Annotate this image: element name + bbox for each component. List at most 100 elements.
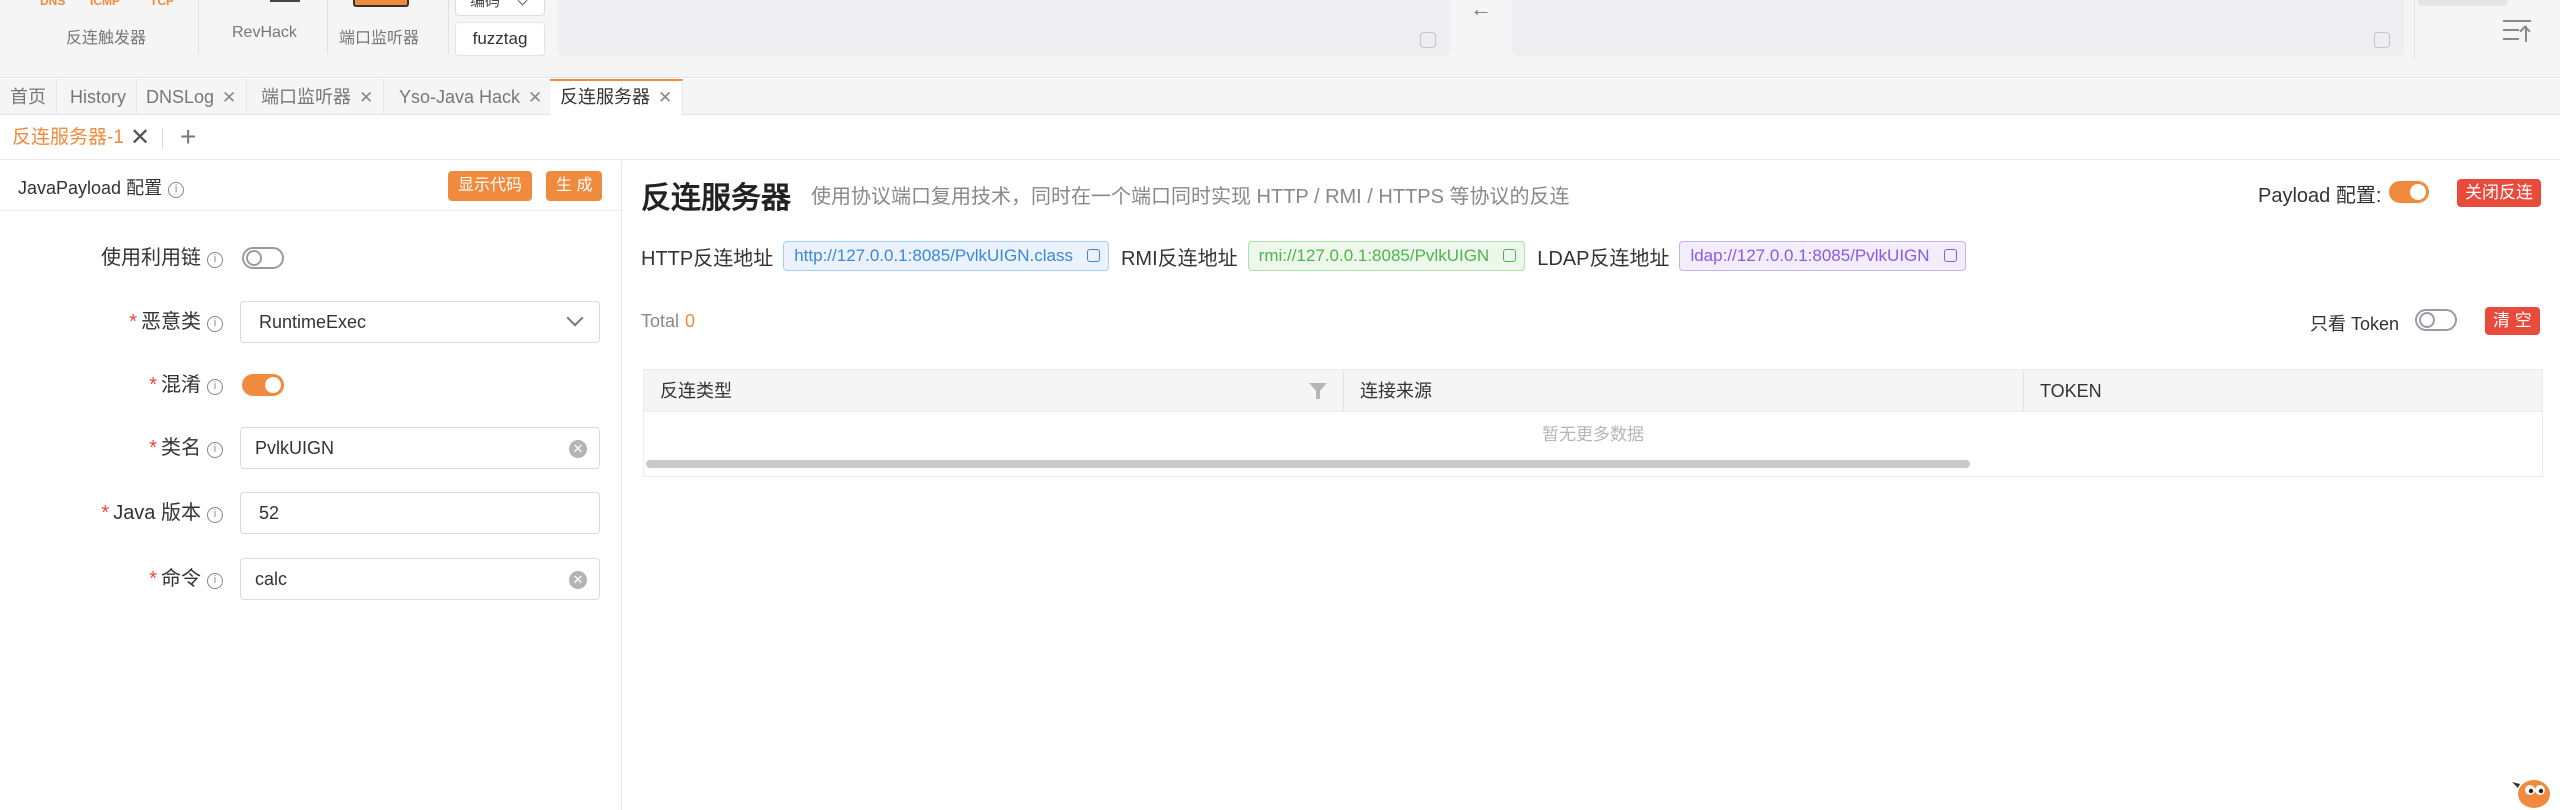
- info-icon: i: [207, 507, 223, 523]
- token-only-label: 只看 Token: [2310, 314, 2400, 334]
- command-label: * 命令 i: [149, 557, 223, 601]
- obfuscate-row: * 混淆 i: [0, 363, 621, 407]
- close-icon[interactable]: ✕: [359, 88, 373, 107]
- subtab-reverse-server-1[interactable]: 反连服务器-1: [12, 116, 124, 160]
- reverse-trigger-caption: 反连触发器: [66, 30, 147, 47]
- revhack-group[interactable]: RevHack: [210, 0, 320, 78]
- rmi-address-tag[interactable]: rmi://127.0.0.1:8085/PvlkUIGN: [1247, 241, 1526, 271]
- obfuscate-toggle[interactable]: [242, 374, 284, 396]
- encode-dropdown[interactable]: 编码: [455, 0, 545, 16]
- ldap-address-label: LDAP反连地址: [1537, 247, 1670, 270]
- revhack-caption: RevHack: [232, 24, 297, 41]
- clear-button[interactable]: 清 空: [2485, 307, 2540, 335]
- column-token: TOKEN: [2040, 381, 2102, 401]
- evil-class-row: * 恶意类 i RuntimeExec: [0, 300, 621, 344]
- port-listener-group[interactable]: 端口监听器: [335, 0, 445, 78]
- empty-state: 暂无更多数据: [1542, 425, 1644, 444]
- command-input[interactable]: calc ✕: [240, 558, 600, 600]
- copy-icon[interactable]: [2374, 32, 2390, 48]
- toolbar-divider: [2414, 0, 2415, 60]
- java-version-input[interactable]: 52: [240, 492, 600, 534]
- subtab-divider: [162, 128, 163, 150]
- column-connection-source: 连接来源: [1344, 370, 2024, 412]
- horizontal-scrollbar[interactable]: [646, 460, 1970, 468]
- close-icon[interactable]: ✕: [658, 88, 672, 107]
- response-editor[interactable]: [1512, 0, 2404, 56]
- tab-home[interactable]: 首页: [0, 79, 57, 115]
- main-tab-bar: 首页 History DNSLog ✕ 端口监听器 ✕ Yso-Java Hack ✕…: [0, 79, 2560, 115]
- generate-button[interactable]: 生 成: [546, 171, 603, 201]
- page-title: 反连服务器: [641, 182, 791, 215]
- class-name-label: * 类名 i: [149, 426, 223, 470]
- tab-yso-java-hack[interactable]: Yso-Java Hack ✕: [389, 79, 554, 115]
- mascot-icon: [2512, 780, 2550, 808]
- tab-port-listener[interactable]: 端口监听器 ✕: [251, 79, 385, 115]
- reverse-trigger-group[interactable]: DNS ICMP TCP 反连触发器: [30, 0, 190, 78]
- tab-history[interactable]: History: [60, 79, 138, 115]
- port-listener-icon: [353, 0, 409, 7]
- sub-tab-bar: 反连服务器-1 ✕ +: [0, 116, 2560, 160]
- chevron-down-icon: [517, 0, 528, 6]
- info-icon: i: [207, 252, 223, 268]
- class-name-row: * 类名 i PvlkUIGN ✕: [0, 426, 621, 470]
- clear-icon[interactable]: ✕: [569, 571, 587, 589]
- info-icon: i: [207, 442, 223, 458]
- clear-icon[interactable]: ✕: [569, 440, 587, 458]
- copy-icon[interactable]: [1943, 249, 1957, 262]
- sort-menu-icon[interactable]: [2503, 18, 2533, 44]
- copy-icon[interactable]: [1086, 249, 1100, 262]
- token-only-toggle[interactable]: [2415, 309, 2457, 331]
- tab-dnslog[interactable]: DNSLog ✕: [136, 79, 248, 115]
- http-address-label: HTTP反连地址: [641, 247, 774, 270]
- use-chain-label: 使用利用链 i: [101, 236, 223, 280]
- info-icon: i: [207, 573, 223, 589]
- fuzztag-button[interactable]: fuzztag: [455, 22, 545, 56]
- use-chain-toggle[interactable]: [242, 247, 284, 269]
- corner-box: [2418, 0, 2508, 6]
- info-icon: i: [207, 316, 223, 332]
- close-icon[interactable]: ✕: [130, 116, 150, 160]
- toolbar-divider: [198, 0, 199, 54]
- info-icon: i: [207, 379, 223, 395]
- obfuscate-label: * 混淆 i: [149, 363, 223, 407]
- close-reverse-button[interactable]: 关闭反连: [2457, 179, 2541, 207]
- total-count: Total 0: [641, 311, 696, 331]
- java-version-row: * Java 版本 i 52: [0, 491, 621, 535]
- port-listener-caption: 端口监听器: [339, 30, 420, 47]
- class-name-input[interactable]: PvlkUIGN ✕: [240, 427, 600, 469]
- arrow-left-icon[interactable]: ←: [1470, 0, 1492, 22]
- top-toolbar: DNS ICMP TCP 反连触发器 RevHack 端口监听器 编码 fuzz…: [0, 0, 2560, 78]
- tcp-label: TCP: [150, 0, 174, 8]
- show-code-button[interactable]: 显示代码: [448, 171, 533, 201]
- payload-config-label: Payload 配置:: [2258, 185, 2382, 207]
- add-tab-icon[interactable]: +: [180, 116, 196, 158]
- use-chain-row: 使用利用链 i: [0, 236, 621, 280]
- chevron-down-icon: [566, 309, 584, 327]
- close-icon[interactable]: ✕: [222, 88, 236, 107]
- ldap-address-tag[interactable]: ldap://127.0.0.1:8085/PvlkUIGN: [1679, 241, 1966, 271]
- java-payload-panel: JavaPayload 配置 i 显示代码 生 成 使用利用链 i * 恶意类 i Ru…: [0, 161, 622, 810]
- copy-icon[interactable]: [1503, 249, 1517, 262]
- evil-class-select[interactable]: RuntimeExec: [240, 301, 600, 343]
- reverse-address-row: HTTP反连地址 http://127.0.0.1:8085/PvlkUIGN.c…: [641, 241, 1978, 271]
- evil-class-label: * 恶意类 i: [129, 300, 223, 344]
- reverse-server-panel: 反连服务器 使用协议端口复用技术，同时在一个端口同时实现 HTTP / RMI …: [623, 161, 2560, 810]
- filter-icon[interactable]: [1309, 383, 1327, 399]
- table-header: 反连类型 连接来源 TOKEN: [644, 370, 2542, 412]
- panel-title: JavaPayload 配置 i: [18, 174, 185, 200]
- close-icon[interactable]: ✕: [528, 88, 542, 107]
- payload-config-toggle[interactable]: [2389, 181, 2429, 203]
- reverse-connections-table: 反连类型 连接来源 TOKEN 暂无更多数据: [643, 369, 2543, 477]
- column-reverse-type[interactable]: 反连类型: [644, 370, 1344, 412]
- total-value: 0: [685, 311, 696, 331]
- page-description: 使用协议端口复用技术，同时在一个端口同时实现 HTTP / RMI / HTTP…: [811, 186, 1570, 208]
- java-version-label: * Java 版本 i: [101, 491, 223, 535]
- toolbar-divider: [327, 0, 328, 54]
- http-address-tag[interactable]: http://127.0.0.1:8085/PvlkUIGN.class: [783, 241, 1109, 271]
- revhack-icon: [270, 0, 300, 2]
- tab-reverse-server[interactable]: 反连服务器 ✕: [550, 79, 684, 115]
- request-editor[interactable]: [558, 0, 1450, 56]
- command-row: * 命令 i calc ✕: [0, 557, 621, 601]
- copy-icon[interactable]: [1420, 32, 1436, 48]
- info-icon: i: [168, 182, 185, 198]
